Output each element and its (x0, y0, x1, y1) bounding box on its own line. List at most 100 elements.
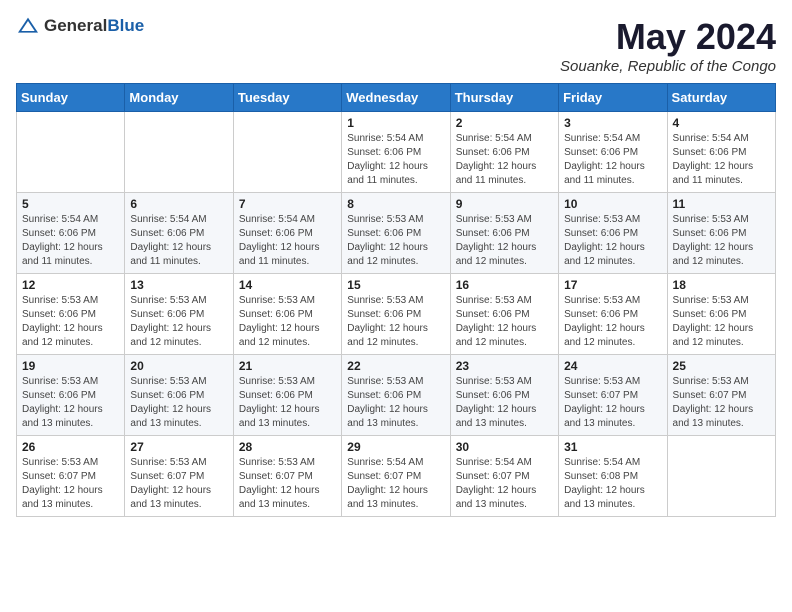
day-info: Sunrise: 5:53 AM Sunset: 6:06 PM Dayligh… (22, 375, 119, 431)
day-info: Sunrise: 5:53 AM Sunset: 6:06 PM Dayligh… (456, 213, 553, 269)
calendar-day-cell: 30Sunrise: 5:54 AM Sunset: 6:07 PM Dayli… (450, 436, 558, 517)
day-number: 16 (456, 278, 553, 292)
weekday-header-monday: Monday (125, 84, 233, 112)
day-info: Sunrise: 5:54 AM Sunset: 6:06 PM Dayligh… (22, 213, 119, 269)
day-number: 8 (347, 197, 444, 211)
calendar-day-cell: 24 Sunrise: 5:53 AM Sunset: 6:07 PM Dayli… (559, 355, 667, 436)
logo: GeneralBlue (16, 16, 144, 36)
day-info: Sunrise: 5:53 AM Sunset: 6:07 PM Dayligh… (239, 456, 336, 512)
day-info: Sunrise: 5:53 AM Sunset: 6:06 PM Dayligh… (130, 375, 227, 431)
day-info: Sunrise: 5:53 AM Sunset: 6:06 PM Dayligh… (347, 294, 444, 350)
weekday-header-sunday: Sunday (17, 84, 125, 112)
calendar-week-row: 1 Sunrise: 5:54 AM Sunset: 6:06 PM Daylig… (17, 112, 776, 193)
day-info: Sunrise: 5:54 AM Sunset: 6:06 PM Dayligh… (564, 132, 661, 188)
day-number: 4 (673, 116, 770, 130)
calendar-day-cell: 13 Sunrise: 5:53 AM Sunset: 6:06 PM Dayli… (125, 274, 233, 355)
day-number: 20 (130, 359, 227, 373)
calendar-day-cell: 19 Sunrise: 5:53 AM Sunset: 6:06 PM Dayli… (17, 355, 125, 436)
day-number: 7 (239, 197, 336, 211)
calendar-day-cell: 17Sunrise: 5:53 AM Sunset: 6:06 PM Dayli… (559, 274, 667, 355)
calendar-day-cell: 27 Sunrise: 5:53 AM Sunset: 6:07 PM Dayli… (125, 436, 233, 517)
day-info: Sunrise: 5:53 AM Sunset: 6:06 PM Dayligh… (673, 294, 770, 350)
day-info: Sunrise: 5:53 AM Sunset: 6:07 PM Dayligh… (564, 375, 661, 431)
day-number: 29 (347, 440, 444, 454)
day-number: 10 (564, 197, 661, 211)
logo-blue: Blue (107, 16, 144, 35)
day-number: 3 (564, 116, 661, 130)
day-info: Sunrise: 5:53 AM Sunset: 6:06 PM Dayligh… (239, 294, 336, 350)
day-info: Sunrise: 5:54 AM Sunset: 6:07 PM Dayligh… (456, 456, 553, 512)
day-number: 12 (22, 278, 119, 292)
calendar-day-cell: 9Sunrise: 5:53 AM Sunset: 6:06 PM Daylig… (450, 193, 558, 274)
weekday-header-thursday: Thursday (450, 84, 558, 112)
day-number: 26 (22, 440, 119, 454)
day-number: 21 (239, 359, 336, 373)
day-number: 19 (22, 359, 119, 373)
weekday-header-friday: Friday (559, 84, 667, 112)
calendar-day-cell (667, 436, 775, 517)
day-number: 31 (564, 440, 661, 454)
day-info: Sunrise: 5:53 AM Sunset: 6:06 PM Dayligh… (564, 213, 661, 269)
day-number: 28 (239, 440, 336, 454)
calendar-week-row: 5 Sunrise: 5:54 AM Sunset: 6:06 PM Daylig… (17, 193, 776, 274)
calendar-day-cell: 21 Sunrise: 5:53 AM Sunset: 6:06 PM Dayli… (233, 355, 341, 436)
day-number: 27 (130, 440, 227, 454)
calendar-day-cell: 5 Sunrise: 5:54 AM Sunset: 6:06 PM Daylig… (17, 193, 125, 274)
calendar-day-cell: 11Sunrise: 5:53 AM Sunset: 6:06 PM Dayli… (667, 193, 775, 274)
day-number: 24 (564, 359, 661, 373)
day-info: Sunrise: 5:54 AM Sunset: 6:06 PM Dayligh… (456, 132, 553, 188)
logo-icon (16, 16, 40, 36)
day-number: 15 (347, 278, 444, 292)
day-info: Sunrise: 5:53 AM Sunset: 6:06 PM Dayligh… (347, 375, 444, 431)
day-info: Sunrise: 5:54 AM Sunset: 6:06 PM Dayligh… (347, 132, 444, 188)
calendar-day-cell: 28 Sunrise: 5:53 AM Sunset: 6:07 PM Dayli… (233, 436, 341, 517)
day-number: 6 (130, 197, 227, 211)
calendar-day-cell: 10 Sunrise: 5:53 AM Sunset: 6:06 PM Dayli… (559, 193, 667, 274)
day-info: Sunrise: 5:54 AM Sunset: 6:08 PM Dayligh… (564, 456, 661, 512)
calendar-day-cell: 22 Sunrise: 5:53 AM Sunset: 6:06 PM Dayli… (342, 355, 450, 436)
day-number: 5 (22, 197, 119, 211)
calendar-day-cell: 20 Sunrise: 5:53 AM Sunset: 6:06 PM Dayli… (125, 355, 233, 436)
calendar-week-row: 26 Sunrise: 5:53 AM Sunset: 6:07 PM Dayli… (17, 436, 776, 517)
day-number: 1 (347, 116, 444, 130)
day-number: 18 (673, 278, 770, 292)
day-info: Sunrise: 5:54 AM Sunset: 6:06 PM Dayligh… (239, 213, 336, 269)
calendar-day-cell: 4Sunrise: 5:54 AM Sunset: 6:06 PM Daylig… (667, 112, 775, 193)
calendar-day-cell: 29Sunrise: 5:54 AM Sunset: 6:07 PM Dayli… (342, 436, 450, 517)
calendar-day-cell: 23 Sunrise: 5:53 AM Sunset: 6:06 PM Dayli… (450, 355, 558, 436)
calendar-day-cell (17, 112, 125, 193)
calendar-day-cell (125, 112, 233, 193)
day-number: 22 (347, 359, 444, 373)
calendar-day-cell (233, 112, 341, 193)
month-year-title: May 2024 (560, 16, 776, 58)
weekday-header-wednesday: Wednesday (342, 84, 450, 112)
day-info: Sunrise: 5:53 AM Sunset: 6:06 PM Dayligh… (130, 294, 227, 350)
location-subtitle: Souanke, Republic of the Congo (560, 58, 776, 75)
day-info: Sunrise: 5:54 AM Sunset: 6:06 PM Dayligh… (130, 213, 227, 269)
calendar-day-cell: 18 Sunrise: 5:53 AM Sunset: 6:06 PM Dayli… (667, 274, 775, 355)
day-info: Sunrise: 5:53 AM Sunset: 6:06 PM Dayligh… (239, 375, 336, 431)
calendar-day-cell: 7 Sunrise: 5:54 AM Sunset: 6:06 PM Daylig… (233, 193, 341, 274)
day-info: Sunrise: 5:53 AM Sunset: 6:07 PM Dayligh… (130, 456, 227, 512)
calendar-week-row: 19 Sunrise: 5:53 AM Sunset: 6:06 PM Dayli… (17, 355, 776, 436)
day-number: 11 (673, 197, 770, 211)
day-number: 23 (456, 359, 553, 373)
calendar-day-cell: 1 Sunrise: 5:54 AM Sunset: 6:06 PM Daylig… (342, 112, 450, 193)
calendar-day-cell: 15 Sunrise: 5:53 AM Sunset: 6:06 PM Dayli… (342, 274, 450, 355)
day-info: Sunrise: 5:53 AM Sunset: 6:06 PM Dayligh… (347, 213, 444, 269)
day-number: 14 (239, 278, 336, 292)
day-number: 13 (130, 278, 227, 292)
calendar-day-cell: 31 Sunrise: 5:54 AM Sunset: 6:08 PM Dayli… (559, 436, 667, 517)
page-header: GeneralBlue May 2024 Souanke, Republic o… (16, 16, 776, 75)
calendar-day-cell: 6 Sunrise: 5:54 AM Sunset: 6:06 PM Daylig… (125, 193, 233, 274)
day-info: Sunrise: 5:53 AM Sunset: 6:07 PM Dayligh… (22, 456, 119, 512)
calendar-table: SundayMondayTuesdayWednesdayThursdayFrid… (16, 83, 776, 517)
calendar-day-cell: 2Sunrise: 5:54 AM Sunset: 6:06 PM Daylig… (450, 112, 558, 193)
day-info: Sunrise: 5:53 AM Sunset: 6:06 PM Dayligh… (456, 294, 553, 350)
weekday-header-saturday: Saturday (667, 84, 775, 112)
title-block: May 2024 Souanke, Republic of the Congo (560, 16, 776, 75)
calendar-day-cell: 14 Sunrise: 5:53 AM Sunset: 6:06 PM Dayli… (233, 274, 341, 355)
day-info: Sunrise: 5:53 AM Sunset: 6:06 PM Dayligh… (456, 375, 553, 431)
day-number: 25 (673, 359, 770, 373)
day-info: Sunrise: 5:53 AM Sunset: 6:06 PM Dayligh… (22, 294, 119, 350)
